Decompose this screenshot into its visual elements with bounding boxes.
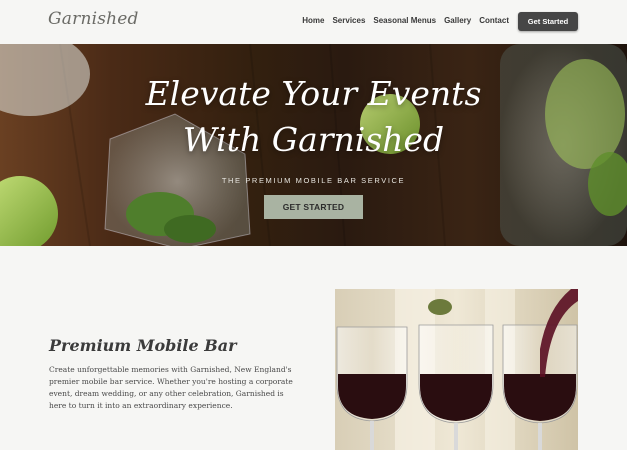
wine-glasses-photo xyxy=(335,289,578,450)
about-title: Premium Mobile Bar xyxy=(49,336,237,355)
main-nav: Home Services Seasonal Menus Gallery Con… xyxy=(294,16,509,25)
get-started-nav-button[interactable]: Get Started xyxy=(518,12,578,31)
about-description: Create unforgettable memories with Garni… xyxy=(49,365,293,410)
site-header: Garnished Home Services Seasonal Menus G… xyxy=(0,0,627,44)
nav-seasonal-menus[interactable]: Seasonal Menus xyxy=(373,16,436,25)
nav-home[interactable]: Home xyxy=(302,16,324,25)
nav-services[interactable]: Services xyxy=(332,16,365,25)
site-logo[interactable]: Garnished xyxy=(48,9,139,29)
hero-title-line-1: Elevate Your Events xyxy=(145,74,482,113)
nav-contact[interactable]: Contact xyxy=(479,16,509,25)
hero-subtitle: THE PREMIUM MOBILE BAR SERVICE xyxy=(221,176,406,185)
hero-title-line-2: With Garnished xyxy=(182,120,445,159)
nav-gallery[interactable]: Gallery xyxy=(444,16,471,25)
hero-get-started-button[interactable]: GET STARTED xyxy=(264,195,363,219)
hero-banner: Elevate Your Events With Garnished THE P… xyxy=(0,44,627,246)
